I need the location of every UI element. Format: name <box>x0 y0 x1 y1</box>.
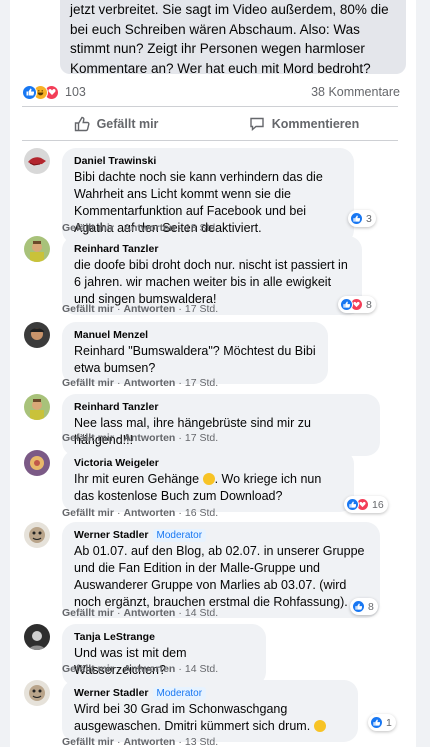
avatar[interactable] <box>24 322 50 348</box>
comment-author[interactable]: Manuel Menzel <box>74 328 318 343</box>
comment-bubble: Reinhard Tanzler Nee lass mal, ihre häng… <box>62 394 380 456</box>
comment-text: Reinhard "Bumswaldera"? Möchtest du Bibi… <box>74 344 316 375</box>
comment-author[interactable]: Reinhard Tanzler <box>74 400 370 415</box>
comment-reactions[interactable]: 16 <box>344 496 388 513</box>
grin-emoji-icon <box>202 473 215 485</box>
comment-bubble: Manuel Menzel Reinhard "Bumswaldera"? Mö… <box>62 322 328 384</box>
comment-like-link[interactable]: Gefällt mir <box>62 432 114 444</box>
comment-author[interactable]: Tanja LeStrange <box>74 630 256 645</box>
comment-like-link[interactable]: Gefällt mir <box>62 736 114 747</box>
comment-like-link[interactable]: Gefällt mir <box>62 607 114 619</box>
comment-meta: Gefällt mir · Antworten · 13 Std. <box>62 736 219 747</box>
post-text: jetzt verbreitet. Sie sagt im Video auße… <box>60 0 406 74</box>
comment-reactions[interactable]: 8 <box>350 598 378 615</box>
avatar[interactable] <box>24 450 50 476</box>
avatar[interactable] <box>24 522 50 548</box>
comment-reply-link[interactable]: Antworten <box>123 607 175 619</box>
comment-author[interactable]: Victoria Weigeler <box>74 456 344 471</box>
comment-reactions[interactable]: 8 <box>338 296 376 313</box>
comments-count[interactable]: 38 Kommentare <box>311 85 400 99</box>
like-button-label: Gefällt mir <box>96 117 159 131</box>
like-reaction-icon <box>370 716 383 729</box>
like-reaction-icon <box>22 84 37 100</box>
moderator-badge: Moderator <box>152 529 207 542</box>
comment-reactions[interactable]: 1 <box>368 714 396 731</box>
reaction-count: 16 <box>372 498 384 511</box>
comment-author[interactable]: Werner Stadler Moderator <box>74 528 370 543</box>
comment-like-link[interactable]: Gefällt mir <box>62 663 114 675</box>
comment-time[interactable]: 17 Std. <box>185 377 218 389</box>
avatar[interactable] <box>24 236 50 262</box>
divider <box>22 106 398 107</box>
comment-reply-link[interactable]: Antworten <box>123 663 175 675</box>
comment-text: Wird bei 30 Grad im Schonwaschgang ausge… <box>74 701 348 735</box>
like-reaction-icon <box>352 600 365 613</box>
avatar[interactable] <box>24 680 50 706</box>
comment-time[interactable]: 16 Std. <box>185 507 218 519</box>
comment-author[interactable]: Daniel Trawinski <box>74 154 344 169</box>
moderator-badge: Moderator <box>152 687 207 700</box>
comment-reactions[interactable]: 3 <box>348 210 376 227</box>
comment-text: Ab 01.07. auf den Blog, ab 02.07. in uns… <box>74 544 365 609</box>
facebook-comments-page: jetzt verbreitet. Sie sagt im Video auße… <box>0 0 430 747</box>
comment-bubble: Werner Stadler Moderator Wird bei 30 Grad… <box>62 680 358 742</box>
comment-meta: Gefällt mir · Antworten · 17 Std. <box>62 303 219 315</box>
comment-author[interactable]: Werner Stadler Moderator <box>74 686 348 701</box>
comment-text: Ihr mit euren Gehänge . Wo kriege ich nu… <box>74 472 322 503</box>
like-reaction-icon <box>350 212 363 225</box>
comment-meta: Gefällt mir · Antworten · 14 Std. <box>62 607 219 619</box>
comment-like-link[interactable]: Gefällt mir <box>62 377 114 389</box>
comment-reply-link[interactable]: Antworten <box>123 303 175 315</box>
comment-meta: Gefällt mir · Antworten · 17 Std. <box>62 432 219 444</box>
divider <box>22 140 398 141</box>
comment-time[interactable]: 17 Std. <box>185 303 218 315</box>
comment-time[interactable]: 18 Std. <box>185 222 218 234</box>
comment-meta: Gefällt mir · Antworten · 16 Std. <box>62 507 219 519</box>
like-reaction-icon <box>340 298 353 311</box>
thumbs-up-icon <box>74 116 90 132</box>
comment-meta: Gefällt mir · Antworten · 18 Std. <box>62 222 219 234</box>
reactions-count: 103 <box>65 85 86 99</box>
comment-author[interactable]: Reinhard Tanzler <box>74 242 352 257</box>
comment-time[interactable]: 17 Std. <box>185 432 218 444</box>
avatar[interactable] <box>24 148 50 174</box>
comment-bubble: Werner Stadler Moderator Ab 01.07. auf de… <box>62 522 380 618</box>
comment-meta: Gefällt mir · Antworten · 17 Std. <box>62 377 219 389</box>
post-reactions[interactable]: 103 <box>22 84 86 100</box>
comment-reply-link[interactable]: Antworten <box>123 507 175 519</box>
comment-bubble: Tanja LeStrange Und was ist mit dem Wass… <box>62 624 266 686</box>
reaction-count: 8 <box>366 298 372 311</box>
post-actions: Gefällt mir Kommentieren <box>22 110 398 138</box>
reaction-count: 8 <box>368 600 374 613</box>
comment-time[interactable]: 14 Std. <box>185 663 218 675</box>
comment-reply-link[interactable]: Antworten <box>123 736 175 747</box>
comment-like-link[interactable]: Gefällt mir <box>62 222 114 234</box>
avatar[interactable] <box>24 394 50 420</box>
comment-like-link[interactable]: Gefällt mir <box>62 303 114 315</box>
comment-text: die doofe bibi droht doch nur. nischt is… <box>74 258 348 306</box>
comment-time[interactable]: 14 Std. <box>185 607 218 619</box>
comment-like-link[interactable]: Gefällt mir <box>62 507 114 519</box>
comment-time[interactable]: 13 Std. <box>185 736 218 747</box>
comment-reply-link[interactable]: Antworten <box>123 222 175 234</box>
smile-emoji-icon <box>313 720 326 732</box>
reaction-count: 1 <box>386 716 392 729</box>
post-panel: jetzt verbreitet. Sie sagt im Video auße… <box>10 0 416 747</box>
comment-button-label: Kommentieren <box>271 117 360 131</box>
comment-button[interactable]: Kommentieren <box>210 110 398 138</box>
comment-reply-link[interactable]: Antworten <box>123 377 175 389</box>
like-button[interactable]: Gefällt mir <box>22 110 210 138</box>
post-stats: 103 38 Kommentare <box>22 82 400 102</box>
comment-icon <box>250 117 264 132</box>
comment-reply-link[interactable]: Antworten <box>123 432 175 444</box>
comment-meta: Gefällt mir · Antworten · 14 Std. <box>62 663 219 675</box>
avatar[interactable] <box>24 624 50 650</box>
like-reaction-icon <box>346 498 359 511</box>
comment-bubble: Victoria Weigeler Ihr mit euren Gehänge … <box>62 450 354 512</box>
reaction-count: 3 <box>366 212 372 225</box>
